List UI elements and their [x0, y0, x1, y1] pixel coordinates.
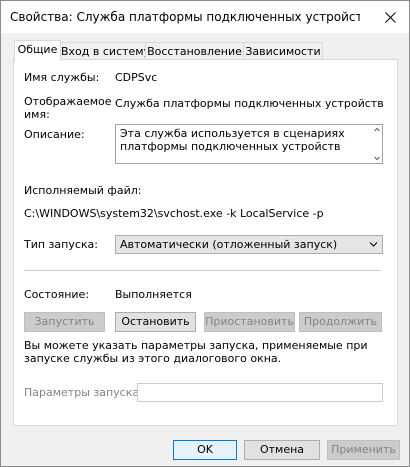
separator: [24, 270, 381, 271]
apply-button[interactable]: Применить: [327, 440, 400, 460]
tab-logon[interactable]: Вход в систему: [60, 42, 150, 60]
ok-button[interactable]: OK: [173, 440, 237, 460]
startup-params-input[interactable]: [137, 383, 383, 402]
exe-path-label: Исполняемый файл:: [24, 184, 142, 197]
startup-params-hint: Вы можете указать параметры запуска, при…: [24, 339, 368, 365]
display-name-label-line1: Отображаемое: [24, 95, 112, 108]
cancel-button[interactable]: Отмена: [244, 440, 320, 460]
properties-dialog: Свойства: Служба платформы подключенных …: [0, 0, 410, 467]
title-bar[interactable]: Свойства: Служба платформы подключенных …: [1, 1, 409, 33]
close-button[interactable]: [371, 1, 409, 33]
display-name-value[interactable]: Служба платформы подключенных устройств: [115, 97, 384, 110]
tab-recovery[interactable]: Восстановление: [145, 42, 244, 60]
close-icon: [384, 11, 396, 23]
stop-button[interactable]: Остановить: [115, 312, 196, 332]
display-name-label-line2: имя:: [24, 108, 50, 121]
startup-type-select[interactable]: Автоматически (отложенный запуск): [115, 235, 383, 254]
resume-button[interactable]: Продолжить: [299, 312, 382, 332]
chevron-down-icon: [369, 242, 378, 247]
status-value: Выполняется: [115, 288, 192, 301]
scroll-arrows-icon: [374, 127, 380, 161]
exe-path-value[interactable]: C:\WINDOWS\system32\svchost.exe -k Local…: [24, 207, 324, 220]
window-title: Свойства: Служба платформы подключенных …: [10, 10, 360, 24]
service-name-value: CDPSvc: [115, 71, 158, 84]
startup-type-value: Автоматически (отложенный запуск): [120, 238, 338, 251]
description-textbox[interactable]: Эта служба используется в сценариях плат…: [115, 124, 383, 164]
tab-general[interactable]: Общие: [14, 40, 61, 61]
general-panel: Имя службы: CDPSvc Отображаемое имя: Слу…: [13, 59, 398, 426]
start-button[interactable]: Запустить: [24, 312, 105, 332]
description-scrollbar[interactable]: [372, 125, 382, 163]
startup-type-label: Тип запуска:: [24, 238, 98, 251]
description-label: Описание:: [24, 128, 85, 141]
status-label: Состояние:: [24, 288, 90, 301]
pause-button[interactable]: Приостановить: [204, 312, 295, 332]
tab-dependencies[interactable]: Зависимости: [243, 42, 323, 60]
service-name-label: Имя службы:: [24, 71, 100, 84]
startup-params-label: Параметры запуска:: [24, 386, 143, 399]
description-text: Эта служба используется в сценариях плат…: [120, 127, 345, 153]
